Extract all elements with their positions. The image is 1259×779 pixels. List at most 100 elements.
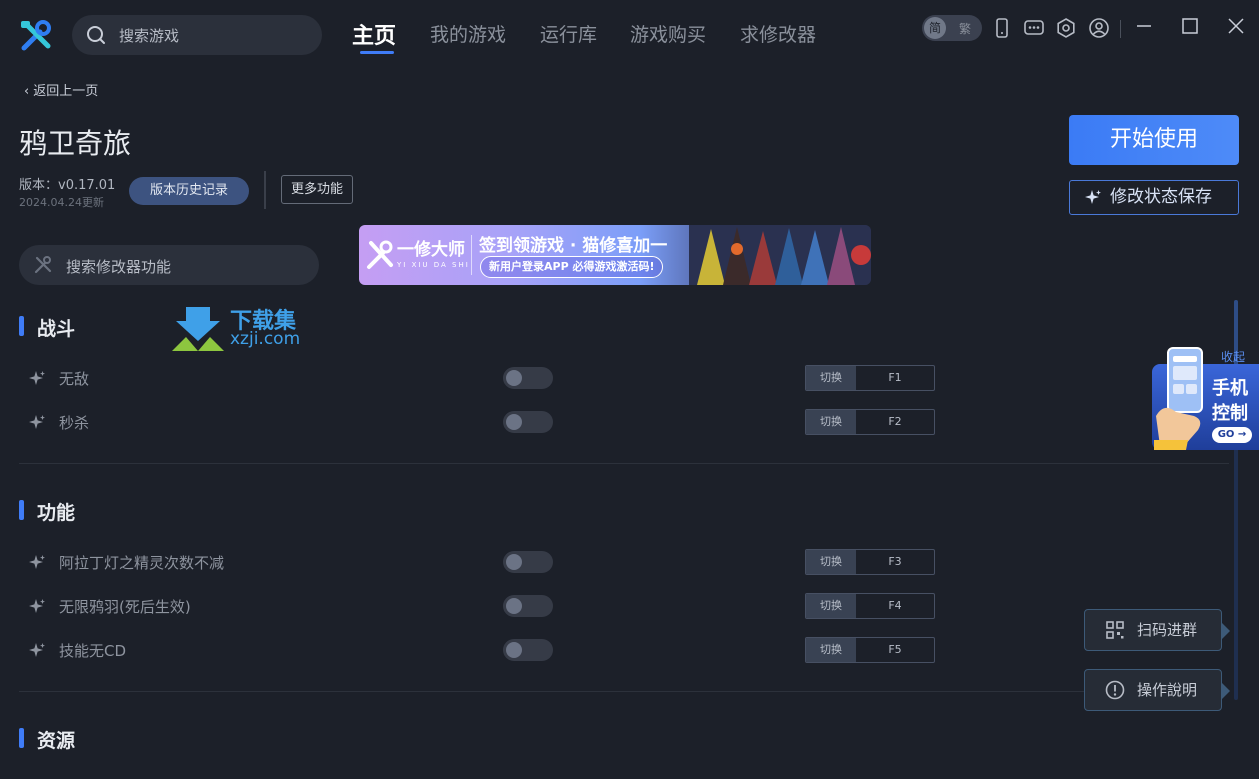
chat-icon[interactable]	[1023, 17, 1045, 39]
hotkey-control[interactable]: 切换 F4	[805, 593, 935, 619]
language-toggle[interactable]: 简 繁	[922, 15, 982, 41]
hotkey-key[interactable]: F4	[856, 594, 934, 618]
sparkle-icon	[1085, 190, 1101, 204]
back-link[interactable]: ‹ 返回上一页	[24, 80, 98, 99]
section-marker	[19, 500, 24, 520]
toggle-knob	[506, 598, 522, 614]
banner-logo-icon	[367, 240, 393, 269]
hotkey-control[interactable]: 切换 F3	[805, 549, 935, 575]
banner-headline: 签到领游戏 · 猫修喜加一	[479, 236, 668, 256]
toggle-knob	[506, 554, 522, 570]
more-features-button[interactable]: 更多功能	[281, 175, 353, 204]
qr-group-button[interactable]: 扫码进群	[1084, 609, 1230, 651]
version-history-button[interactable]: 版本历史记录	[129, 177, 249, 205]
feature-label: 技能无CD	[59, 642, 127, 660]
sparkle-icon	[29, 599, 45, 613]
section-title-text: 战斗	[37, 318, 76, 340]
info-divider	[264, 171, 266, 209]
lang-traditional[interactable]: 繁	[959, 20, 971, 37]
feature-label: 无敌	[59, 370, 90, 388]
sparkle-icon	[29, 415, 45, 429]
mod-search-placeholder: 搜索修改器功能	[66, 258, 172, 276]
nav-request-trainer[interactable]: 求修改器	[740, 20, 816, 47]
feature-toggle[interactable]	[503, 595, 553, 617]
hotkey-key[interactable]: F5	[856, 638, 934, 662]
nav-my-games[interactable]: 我的游戏	[430, 20, 506, 47]
phone-promo-line2: 控制	[1212, 403, 1248, 424]
feature-toggle[interactable]	[503, 639, 553, 661]
feature-row: 阿拉丁灯之精灵次数不减 切换 F3	[28, 549, 938, 575]
qr-code-icon	[1106, 621, 1124, 639]
callout-arrow	[1222, 623, 1230, 639]
toggle-knob	[506, 370, 522, 386]
app-logo-icon	[21, 20, 51, 51]
feature-toggle[interactable]	[503, 411, 553, 433]
user-icon[interactable]	[1088, 17, 1110, 39]
section-divider	[19, 691, 1229, 692]
callout-arrow	[1222, 683, 1230, 699]
hotkey-switch-label[interactable]: 切换	[806, 638, 856, 662]
lang-simplified[interactable]: 简	[924, 17, 946, 39]
collapse-link[interactable]: 收起	[1221, 348, 1245, 365]
section-title-combat: 战斗	[19, 314, 75, 341]
section-title-resources: 资源	[19, 726, 75, 753]
close-icon[interactable]	[1224, 14, 1248, 38]
nav-game-purchase[interactable]: 游戏购买	[630, 20, 706, 47]
hotkey-key[interactable]: F3	[856, 550, 934, 574]
info-icon	[1105, 680, 1125, 700]
feature-toggle[interactable]	[503, 551, 553, 573]
mod-search-input[interactable]: 搜索修改器功能	[19, 245, 319, 285]
section-marker	[19, 728, 24, 748]
phone-control-promo[interactable]: 收起 手机 控制 GO →	[1150, 344, 1259, 452]
sparkle-icon	[29, 555, 45, 569]
section-title-text: 资源	[37, 730, 76, 752]
settings-icon[interactable]	[1055, 17, 1077, 39]
go-button[interactable]: GO →	[1212, 427, 1252, 443]
game-version: 版本：v0.17.01	[19, 178, 116, 193]
nav-home[interactable]: 主页	[352, 18, 396, 50]
section-title-features: 功能	[19, 498, 75, 525]
phone-icon[interactable]	[991, 17, 1013, 39]
hotkey-switch-label[interactable]: 切换	[806, 550, 856, 574]
hotkey-key[interactable]: F1	[856, 366, 934, 390]
feature-label: 阿拉丁灯之精灵次数不减	[59, 554, 225, 572]
banner-game-art	[689, 225, 871, 285]
chevron-left-icon: ‹	[24, 84, 30, 99]
promo-banner[interactable]: 一修大师 YI XIU DA SHI 签到领游戏 · 猫修喜加一 新用户登录AP…	[359, 225, 871, 285]
hotkey-control[interactable]: 切换 F2	[805, 409, 935, 435]
hotkey-key[interactable]: F2	[856, 410, 934, 434]
toggle-knob	[506, 642, 522, 658]
feature-label: 秒杀	[59, 414, 90, 432]
section-title-text: 功能	[37, 502, 76, 524]
sparkle-icon	[29, 643, 45, 657]
hotkey-switch-label[interactable]: 切换	[806, 410, 856, 434]
feature-row: 技能无CD 切换 F5	[28, 637, 938, 663]
phone-promo-line1: 手机	[1212, 378, 1248, 399]
hotkey-control[interactable]: 切换 F5	[805, 637, 935, 663]
search-icon	[87, 26, 105, 44]
start-button[interactable]: 开始使用	[1069, 115, 1239, 165]
nav-runtime-library[interactable]: 运行库	[540, 20, 597, 47]
banner-divider	[471, 235, 472, 275]
minimize-icon[interactable]	[1132, 14, 1156, 38]
nav-active-indicator	[360, 51, 394, 54]
instructions-button[interactable]: 操作說明	[1084, 669, 1230, 711]
hotkey-switch-label[interactable]: 切换	[806, 594, 856, 618]
back-label: 返回上一页	[33, 84, 99, 99]
feature-toggle[interactable]	[503, 367, 553, 389]
maximize-icon[interactable]	[1178, 14, 1202, 38]
save-state-button[interactable]: 修改状态保存	[1069, 180, 1239, 215]
phone-illustration-icon	[1154, 347, 1203, 450]
save-state-label: 修改状态保存	[1110, 187, 1212, 207]
banner-brand-sub: YI XIU DA SHI	[397, 261, 470, 269]
title-bar: 搜索游戏 主页 我的游戏 运行库 游戏购买 求修改器 简 繁	[0, 0, 1259, 70]
feature-row: 无敌 切换 F1	[28, 365, 938, 391]
hotkey-switch-label[interactable]: 切换	[806, 366, 856, 390]
game-title: 鸦卫奇旅	[19, 127, 132, 160]
section-marker	[19, 316, 24, 336]
titlebar-divider	[1120, 20, 1121, 38]
game-search-input[interactable]: 搜索游戏	[72, 15, 322, 55]
sparkle-icon	[29, 371, 45, 385]
hotkey-control[interactable]: 切换 F1	[805, 365, 935, 391]
banner-pill: 新用户登录APP 必得游戏激活码!	[480, 256, 664, 278]
